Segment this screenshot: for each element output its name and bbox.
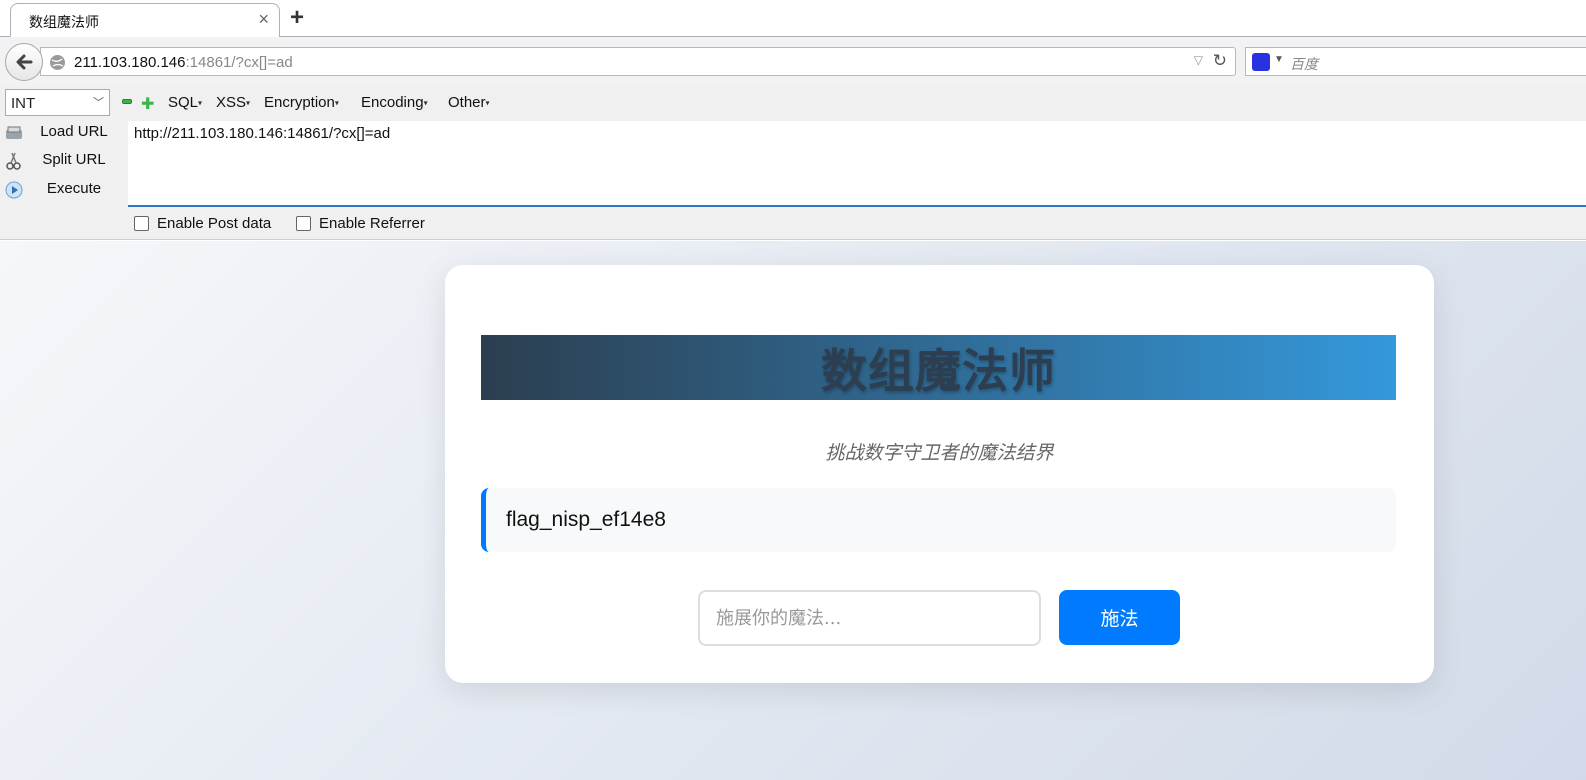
hackbar-url-textarea[interactable]: http://211.103.180.146:14861/?cx[]=ad bbox=[128, 121, 1586, 207]
checkbox-box[interactable] bbox=[134, 216, 149, 231]
menu-label: SQL bbox=[168, 94, 199, 111]
flag-result-box: flag_nisp_ef14e8 bbox=[481, 488, 1396, 552]
url-host: 211.103.180.146 bbox=[74, 54, 186, 71]
page-viewport: 数组魔法师 挑战数字守卫者的魔法结界 flag_nisp_ef14e8 施法 bbox=[0, 241, 1586, 780]
baidu-paw-icon[interactable] bbox=[1252, 53, 1270, 71]
browser-tab[interactable]: 数组魔法师 × bbox=[10, 3, 280, 38]
cast-spell-button[interactable]: 施法 bbox=[1059, 590, 1180, 645]
search-bar[interactable]: ▼ 百度 bbox=[1245, 47, 1586, 76]
back-button[interactable] bbox=[5, 43, 43, 81]
navigation-bar: 211.103.180.146:14861/?cx[]=ad ▽ ↻ ▼ 百度 bbox=[0, 37, 1586, 86]
magic-input[interactable] bbox=[698, 590, 1041, 646]
enable-referrer-checkbox[interactable]: Enable Referrer bbox=[296, 215, 425, 232]
page-title: 数组魔法师 bbox=[821, 343, 1056, 398]
menu-other[interactable]: Other▾ bbox=[448, 94, 490, 111]
chevron-down-icon: ﹀ bbox=[93, 97, 104, 109]
execute-label: Execute bbox=[46, 180, 102, 197]
execute-button[interactable]: Execute bbox=[0, 177, 128, 203]
split-url-button[interactable]: Split URL bbox=[0, 148, 128, 174]
flag-text: flag_nisp_ef14e8 bbox=[506, 508, 666, 531]
tab-strip: 数组魔法师 × + bbox=[0, 0, 1586, 38]
load-url-button[interactable]: Load URL bbox=[0, 120, 128, 146]
menu-sql[interactable]: SQL▾ bbox=[168, 94, 202, 111]
enable-post-checkbox[interactable]: Enable Post data bbox=[134, 215, 271, 232]
tab-title: 数组魔法师 bbox=[29, 14, 99, 30]
hackbar-panel: INT ﹀ ✚ SQL▾ XSS▾ Encryption▾ Encoding▾ … bbox=[0, 86, 1586, 240]
menu-label: Encryption bbox=[264, 94, 335, 111]
history-dropdown-icon[interactable]: ▽ bbox=[1194, 53, 1203, 67]
page-subtitle: 挑战数字守卫者的魔法结界 bbox=[825, 443, 1054, 464]
increase-icon[interactable]: ✚ bbox=[141, 94, 154, 114]
decrease-icon[interactable] bbox=[122, 99, 132, 104]
url-text: 211.103.180.146:14861/?cx[]=ad bbox=[74, 54, 293, 71]
address-bar[interactable]: 211.103.180.146:14861/?cx[]=ad ▽ ↻ bbox=[40, 47, 1236, 76]
type-select[interactable]: INT ﹀ bbox=[5, 89, 110, 116]
load-url-label: Load URL bbox=[40, 123, 108, 140]
globe-icon bbox=[50, 55, 65, 70]
back-arrow-icon bbox=[16, 54, 33, 70]
close-tab-icon[interactable]: × bbox=[258, 9, 269, 30]
menu-encryption[interactable]: Encryption▾ bbox=[264, 94, 339, 111]
title-banner: 数组魔法师 bbox=[481, 335, 1396, 400]
checkbox-box[interactable] bbox=[296, 216, 311, 231]
menu-label: Encoding bbox=[361, 94, 424, 111]
url-path: :14861/?cx[]=ad bbox=[185, 54, 293, 71]
menu-label: Other bbox=[448, 94, 486, 111]
search-engine-dropdown-icon[interactable]: ▼ bbox=[1274, 54, 1284, 65]
new-tab-button[interactable]: + bbox=[290, 4, 304, 32]
menu-xss[interactable]: XSS▾ bbox=[216, 94, 250, 111]
type-select-value: INT bbox=[11, 95, 36, 112]
enable-referrer-label: Enable Referrer bbox=[319, 215, 425, 232]
challenge-card: 数组魔法师 挑战数字守卫者的魔法结界 flag_nisp_ef14e8 施法 bbox=[445, 265, 1434, 683]
split-url-label: Split URL bbox=[42, 151, 106, 168]
menu-label: XSS bbox=[216, 94, 247, 111]
menu-encoding[interactable]: Encoding▾ bbox=[361, 94, 428, 111]
reload-icon[interactable]: ↻ bbox=[1213, 51, 1227, 71]
enable-post-label: Enable Post data bbox=[157, 215, 272, 232]
search-placeholder: 百度 bbox=[1290, 56, 1318, 72]
